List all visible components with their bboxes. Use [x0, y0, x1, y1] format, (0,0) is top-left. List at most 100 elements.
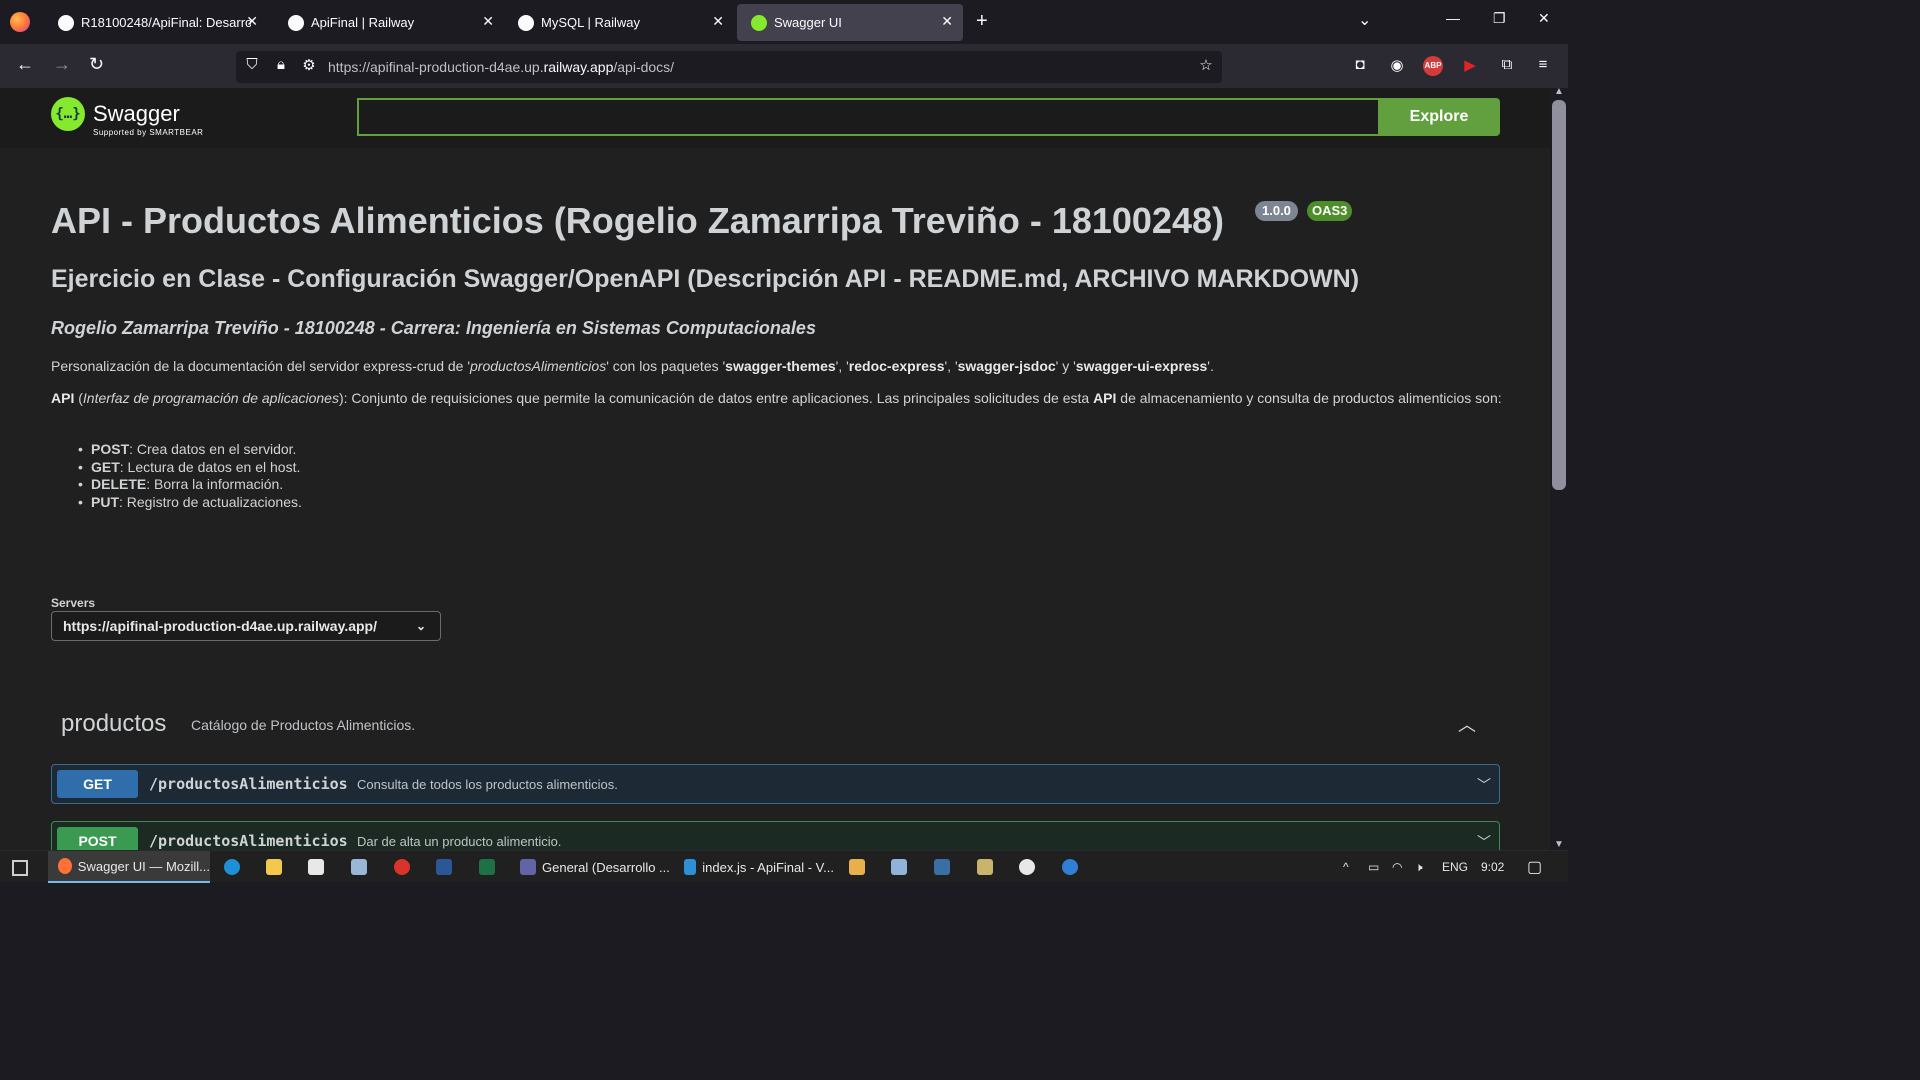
operation-post-productos[interactable]: POST /productosAlimenticios Dar de alta …: [51, 821, 1500, 850]
app-icon[interactable]: [1062, 859, 1078, 875]
tab-title: Swagger UI: [774, 15, 842, 30]
adblock-icon[interactable]: ABP: [1423, 56, 1443, 76]
browser-tab-bar: R18100248/ApiFinal: Desarrollo ✕ ApiFina…: [0, 0, 1568, 44]
swagger-topbar: {…} Swagger Supported by SMARTBEAR Explo…: [0, 88, 1550, 148]
servers-label: Servers: [51, 596, 96, 610]
back-icon[interactable]: ←: [16, 54, 34, 75]
servers-selected-value: https://apifinal-production-d4ae.up.rail…: [63, 618, 377, 634]
wifi-icon[interactable]: ◠: [1392, 860, 1402, 874]
list-item: POST: Crea datos en el servidor.: [78, 441, 302, 459]
tab-swagger-ui[interactable]: Swagger UI ✕: [737, 4, 963, 41]
description-heading: Ejercicio en Clase - Configuración Swagg…: [51, 265, 1360, 293]
url-text[interactable]: https://apifinal-production-d4ae.up.rail…: [328, 59, 674, 75]
scroll-down-icon[interactable]: ▼: [1554, 839, 1564, 850]
edge-icon[interactable]: [224, 859, 240, 875]
page-scrollbar[interactable]: ▲ ▼: [1550, 86, 1568, 850]
file-explorer-icon[interactable]: [266, 859, 282, 875]
operation-path: /productosAlimenticios: [149, 775, 348, 793]
taskbar-app-firefox[interactable]: Swagger UI — Mozill...: [48, 851, 210, 883]
chevron-up-icon[interactable]: ︿: [1458, 711, 1476, 737]
chevron-down-icon: ⌄: [415, 619, 426, 633]
tab-apifinal-railway[interactable]: ApiFinal | Railway ✕: [274, 4, 504, 41]
taskbar-app-label: Swagger UI — Mozill...: [77, 858, 210, 874]
chevron-down-icon[interactable]: ﹀: [1477, 775, 1491, 795]
taskbar-app-label: General (Desarrollo ...: [542, 859, 670, 875]
tab-mysql-railway[interactable]: MySQL | Railway ✕: [504, 4, 734, 41]
tab-title: MySQL | Railway: [541, 15, 640, 30]
close-icon[interactable]: ✕: [246, 13, 258, 30]
close-icon[interactable]: ✕: [941, 13, 953, 30]
tool-icon[interactable]: [977, 859, 993, 875]
railway-icon: [288, 14, 304, 31]
list-item: DELETE: Borra la información.: [78, 476, 302, 494]
slack-icon[interactable]: [1019, 859, 1035, 875]
mysql-workbench-icon[interactable]: [934, 859, 950, 875]
tag-name: productos: [61, 710, 167, 737]
tag-productos[interactable]: productos Catálogo de Productos Alimenti…: [51, 698, 1500, 750]
windows-taskbar: Swagger UI — Mozill... General (Desarrol…: [0, 850, 1568, 883]
antivirus-icon[interactable]: [394, 859, 410, 875]
list-item: GET: Lectura de datos en el host.: [78, 459, 302, 477]
operation-summary: Dar de alta un producto alimenticio.: [357, 834, 562, 849]
language-indicator[interactable]: ENG: [1442, 860, 1468, 874]
github-icon: [58, 14, 74, 31]
notifications-icon[interactable]: ▢: [1527, 857, 1542, 877]
reload-icon[interactable]: ↻: [89, 54, 104, 75]
new-tab-icon[interactable]: +: [976, 10, 988, 33]
shield-icon[interactable]: ⛉: [242, 56, 262, 76]
explore-input[interactable]: [357, 98, 1379, 136]
operation-get-productos[interactable]: GET /productosAlimenticios Consulta de t…: [51, 764, 1500, 804]
extensions-icon[interactable]: ⧉: [1497, 56, 1517, 76]
swagger-page: {…} Swagger Supported by SMARTBEAR Explo…: [0, 88, 1550, 850]
chevron-up-icon[interactable]: ^: [1343, 860, 1349, 874]
taskbar-app-teams[interactable]: General (Desarrollo ...: [512, 851, 670, 883]
operation-path: /productosAlimenticios: [149, 832, 348, 850]
close-icon[interactable]: ✕: [482, 13, 494, 30]
description-subheading: Rogelio Zamarripa Treviño - 18100248 - C…: [51, 318, 816, 338]
battery-icon[interactable]: ▭: [1368, 860, 1379, 874]
railway-icon: [518, 14, 534, 31]
explore-button[interactable]: Explore: [1378, 98, 1500, 136]
permissions-icon[interactable]: ⚙: [299, 56, 319, 76]
tab-title: ApiFinal | Railway: [311, 15, 415, 30]
description-paragraph-api: API (Interfaz de programación de aplicac…: [51, 390, 1502, 406]
swagger-logo-icon[interactable]: {…}: [51, 97, 85, 131]
task-view-icon[interactable]: [12, 860, 28, 876]
method-badge-get: GET: [57, 770, 138, 798]
youtube-extension-icon[interactable]: ▶: [1460, 56, 1480, 76]
excel-icon[interactable]: [479, 859, 495, 875]
api-title: API - Productos Alimenticios (Rogelio Za…: [51, 200, 1224, 241]
firefox-icon: [58, 858, 72, 874]
clock[interactable]: 9:02: [1481, 860, 1504, 874]
operation-summary: Consulta de todos los productos alimenti…: [357, 777, 618, 792]
media-player-icon[interactable]: [849, 859, 865, 875]
description-paragraph-packages: Personalización de la documentación del …: [51, 358, 1214, 374]
account-icon[interactable]: ◉: [1387, 56, 1407, 76]
firefox-icon[interactable]: [10, 12, 30, 32]
servers-select[interactable]: https://apifinal-production-d4ae.up.rail…: [51, 611, 441, 641]
volume-mute-icon[interactable]: 🕨︎: [1415, 860, 1423, 875]
virtualbox-icon[interactable]: [891, 859, 907, 875]
word-icon[interactable]: [436, 859, 452, 875]
scroll-up-icon[interactable]: ▲: [1554, 86, 1564, 97]
taskbar-app-vscode[interactable]: index.js - ApiFinal - V...: [676, 851, 834, 883]
tab-github[interactable]: R18100248/ApiFinal: Desarrollo ✕: [44, 4, 268, 41]
chevron-down-icon[interactable]: ﹀: [1477, 832, 1491, 850]
scrollbar-thumb[interactable]: [1552, 100, 1566, 490]
swagger-brand[interactable]: Swagger: [93, 101, 180, 127]
bookmark-star-icon[interactable]: ☆: [1196, 56, 1216, 76]
tag-description: Catálogo de Productos Alimenticios.: [191, 717, 416, 733]
notepad-icon[interactable]: [351, 859, 367, 875]
menu-icon[interactable]: ≡: [1533, 56, 1553, 76]
close-icon[interactable]: ✕: [712, 13, 724, 30]
tab-title: R18100248/ApiFinal: Desarrollo: [81, 15, 251, 30]
forward-icon[interactable]: →: [53, 54, 71, 75]
close-window-icon[interactable]: ✕: [1538, 10, 1550, 27]
swagger-brand-sub: Supported by SMARTBEAR: [93, 128, 204, 137]
store-icon[interactable]: [308, 859, 324, 875]
chevron-down-icon[interactable]: ⌄: [1358, 10, 1371, 30]
restore-icon[interactable]: ❐: [1493, 10, 1506, 27]
pocket-icon[interactable]: ◘: [1350, 56, 1370, 76]
lock-icon[interactable]: 🔒︎: [271, 56, 291, 76]
minimize-icon[interactable]: —: [1446, 10, 1460, 26]
